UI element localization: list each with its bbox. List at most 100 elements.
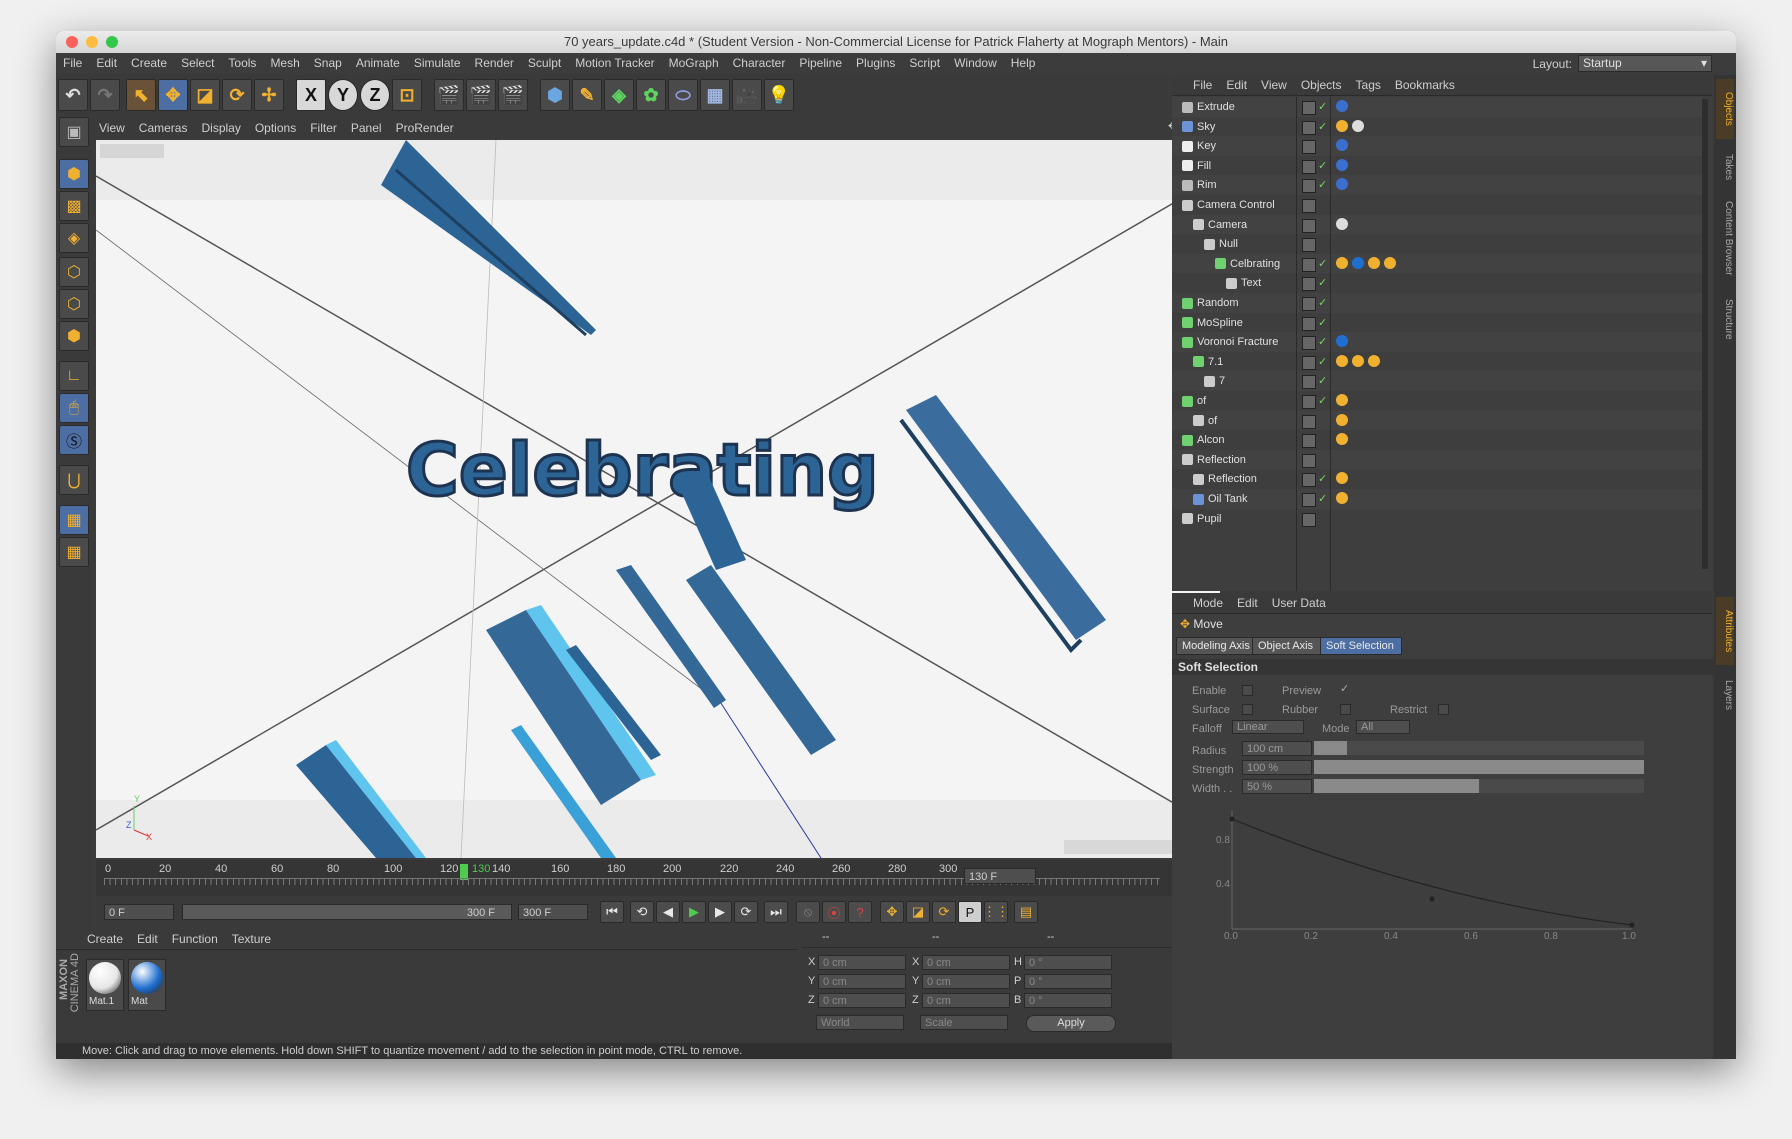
edges-mode-icon[interactable]: ⬡: [59, 289, 89, 319]
radius-field[interactable]: 100 cm: [1242, 741, 1312, 756]
object-row[interactable]: of: [1172, 410, 1702, 431]
enabled-check-icon[interactable]: ✓: [1318, 332, 1327, 352]
coord-value-field[interactable]: 0 cm: [818, 974, 906, 989]
tab-layers[interactable]: Layers: [1716, 673, 1734, 717]
enabled-check-icon[interactable]: ✓: [1318, 352, 1327, 372]
tag-icon[interactable]: [1336, 158, 1348, 171]
enabled-check-icon[interactable]: ✓: [1318, 156, 1327, 176]
object-row[interactable]: Celbrating ✓: [1172, 253, 1702, 274]
object-visibility-toggle[interactable]: [1302, 395, 1316, 409]
menu-item-10[interactable]: Sculpt: [521, 56, 568, 70]
keyframe-selection-icon[interactable]: ?: [848, 901, 872, 923]
cube-icon[interactable]: ⬢: [540, 79, 570, 111]
timeline-ruler[interactable]: 130 F 0 20 40 60 80 100 120 130 140 160 180 200 220 2…: [96, 860, 1220, 896]
tag-icon[interactable]: [1368, 354, 1380, 367]
object-visibility-toggle[interactable]: [1302, 257, 1316, 272]
curve-point-start[interactable]: [1229, 816, 1235, 822]
scale-dropdown[interactable]: Scale: [920, 1015, 1008, 1030]
locked-workplane-icon[interactable]: ▦: [59, 537, 89, 567]
menu-item-17[interactable]: Window: [947, 56, 1004, 70]
go-to-end-icon[interactable]: ⏭: [764, 901, 788, 923]
coord-value-field[interactable]: 0 cm: [922, 993, 1010, 1008]
tag-icon[interactable]: [1336, 492, 1348, 504]
world-dropdown[interactable]: World: [816, 1015, 904, 1030]
object-visibility-toggle[interactable]: [1302, 277, 1316, 292]
cloner-icon[interactable]: ✿: [636, 79, 666, 111]
point-level-icon[interactable]: ⋮⋮: [983, 901, 1009, 923]
object-visibility-toggle[interactable]: [1302, 473, 1316, 488]
object-visibility-toggle[interactable]: [1302, 120, 1316, 135]
tag-icon[interactable]: [1336, 413, 1348, 426]
minimize-button[interactable]: [86, 36, 98, 48]
tag-icon[interactable]: [1336, 354, 1348, 367]
object-row[interactable]: 7 ✓: [1172, 371, 1702, 392]
coordinate-system-icon[interactable]: ⊡: [392, 79, 422, 111]
workplane-icon[interactable]: ◈: [59, 223, 89, 253]
solo-icon[interactable]: Ⓢ: [59, 425, 89, 455]
tweak-mode-icon[interactable]: 🖱: [59, 393, 89, 423]
range-slider[interactable]: 300 F: [182, 904, 512, 920]
tag-icon[interactable]: [1336, 335, 1348, 348]
tag-icon[interactable]: [1336, 433, 1348, 446]
falloff-dropdown[interactable]: Linear: [1232, 720, 1304, 734]
object-row[interactable]: Key: [1172, 136, 1702, 157]
coord-value-field[interactable]: 0 cm: [818, 993, 906, 1008]
object-visibility-toggle[interactable]: [1302, 336, 1316, 351]
object-menu-item-5[interactable]: Bookmarks: [1388, 78, 1462, 92]
model-mode-icon[interactable]: ⬢: [59, 159, 89, 189]
object-visibility-toggle[interactable]: [1302, 434, 1316, 449]
coord-value-field[interactable]: 0 cm: [818, 955, 906, 970]
coord-value-field[interactable]: 0 cm: [922, 955, 1010, 970]
enabled-check-icon[interactable]: ✓: [1318, 97, 1327, 117]
render-view-icon[interactable]: 🎬: [434, 79, 464, 111]
render-picture-viewer-icon[interactable]: 🎬: [466, 79, 496, 111]
object-row[interactable]: Oil Tank ✓: [1172, 489, 1702, 509]
material-menu-item-2[interactable]: Function: [165, 932, 225, 946]
object-row[interactable]: Reflection ✓: [1172, 469, 1702, 490]
viewport-menu-item-0[interactable]: View: [92, 121, 132, 135]
render-settings-icon[interactable]: 🎬: [498, 79, 528, 111]
falloff-graph[interactable]: 0.8 0.4 0.0 0.2 0.4 0.6 0.8 1.0: [1202, 801, 1672, 941]
object-row[interactable]: Voronoi Fracture ✓: [1172, 332, 1702, 353]
current-frame-field[interactable]: 130 F: [964, 868, 1036, 884]
object-visibility-toggle[interactable]: [1302, 140, 1316, 155]
object-visibility-toggle[interactable]: [1302, 238, 1316, 253]
menu-item-7[interactable]: Animate: [349, 56, 407, 70]
object-row[interactable]: Camera: [1172, 214, 1702, 235]
make-editable-icon[interactable]: ▣: [59, 117, 89, 147]
radius-slider[interactable]: [1314, 741, 1644, 755]
object-visibility-toggle[interactable]: [1302, 512, 1316, 527]
deformer-icon[interactable]: ⬭: [668, 79, 698, 111]
previous-key-icon[interactable]: ⟲: [630, 901, 654, 923]
coord-value-field[interactable]: 0 °: [1024, 993, 1112, 1008]
preview-checkbox[interactable]: ✓: [1340, 682, 1349, 695]
z-axis-icon[interactable]: Z: [360, 79, 390, 111]
tag-icon[interactable]: [1336, 394, 1348, 406]
scale-key-icon[interactable]: ◪: [906, 901, 930, 923]
material-menu-item-3[interactable]: Texture: [225, 932, 278, 946]
object-visibility-toggle[interactable]: [1302, 355, 1316, 370]
viewport-menu-item-6[interactable]: ProRender: [389, 121, 461, 135]
object-row[interactable]: Extrude ✓: [1172, 97, 1702, 117]
enabled-check-icon[interactable]: ✓: [1318, 391, 1327, 411]
next-key-icon[interactable]: ⟳: [734, 901, 758, 923]
menu-item-12[interactable]: MoGraph: [662, 56, 726, 70]
rubber-checkbox[interactable]: [1340, 704, 1351, 715]
tag-icon[interactable]: [1336, 178, 1348, 191]
tag-icon[interactable]: [1336, 100, 1348, 112]
points-mode-icon[interactable]: ⬡: [59, 257, 89, 287]
coord-value-field[interactable]: 0 °: [1024, 974, 1112, 989]
menu-item-16[interactable]: Script: [902, 56, 947, 70]
light-icon[interactable]: 💡: [764, 79, 794, 111]
workplane-snap-icon[interactable]: ▦: [59, 505, 89, 535]
previous-frame-icon[interactable]: ◀: [656, 901, 680, 923]
tab-attributes[interactable]: Attributes: [1716, 597, 1734, 665]
object-row[interactable]: Camera Control: [1172, 195, 1702, 215]
object-visibility-toggle[interactable]: [1302, 453, 1316, 468]
live-selection-icon[interactable]: ⬉: [126, 79, 156, 111]
width-slider[interactable]: [1314, 779, 1644, 793]
rotation-key-icon[interactable]: ⟳: [932, 901, 956, 923]
menu-item-0[interactable]: File: [56, 56, 89, 70]
next-frame-icon[interactable]: ▶: [708, 901, 732, 923]
mode-dropdown[interactable]: All: [1356, 720, 1410, 734]
